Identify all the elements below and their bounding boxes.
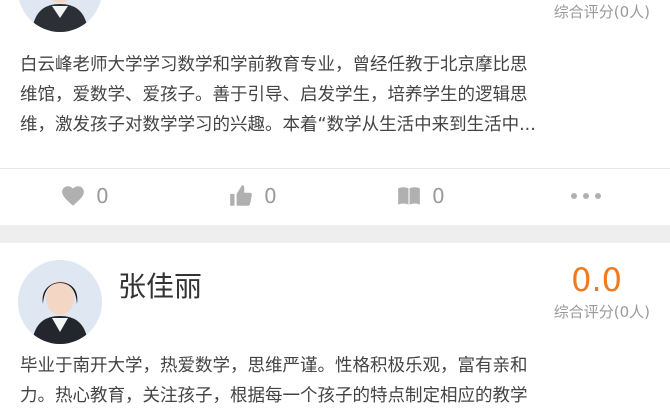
- favorite-count: 0: [96, 184, 109, 208]
- teacher-avatar: [18, 0, 102, 32]
- more-icon: [571, 193, 577, 199]
- like-button[interactable]: 0: [228, 181, 277, 211]
- favorite-button[interactable]: 0: [60, 181, 109, 211]
- divider: [0, 168, 670, 169]
- rating-count-label: 综合评分(0人): [553, 303, 650, 321]
- read-count: 0: [432, 184, 445, 208]
- teacher-avatar: [18, 260, 102, 344]
- teacher-description: 白云峰老师大学学习数学和学前教育专业，曾经任教于北京摩比思 维馆，爱数学、爱孩子…: [20, 55, 536, 135]
- teacher-card[interactable]: 综合评分(0人) 白云峰老师大学学习数学和学前教育专业，曾经任教于北京摩比思 维…: [0, 0, 670, 225]
- rating-count-label: 综合评分(0人): [553, 3, 650, 21]
- card-separator: [0, 225, 670, 243]
- teacher-description: 毕业于南开大学，热爱数学，思维严谨。性格积极乐观，富有亲和 力。热心教育，关注孩…: [20, 356, 528, 406]
- teacher-card[interactable]: 张佳丽 0.0 综合评分(0人) 毕业于南开大学，热爱数学，思维严谨。性格积极乐…: [0, 243, 670, 415]
- thumbs-up-icon: [230, 185, 252, 206]
- read-button[interactable]: 0: [396, 181, 445, 211]
- more-button[interactable]: [566, 181, 606, 211]
- teacher-score: 0.0: [571, 261, 622, 299]
- teacher-name: 张佳丽: [118, 270, 203, 303]
- like-count: 0: [264, 184, 277, 208]
- book-icon: [398, 187, 420, 205]
- heart-icon: [62, 186, 84, 206]
